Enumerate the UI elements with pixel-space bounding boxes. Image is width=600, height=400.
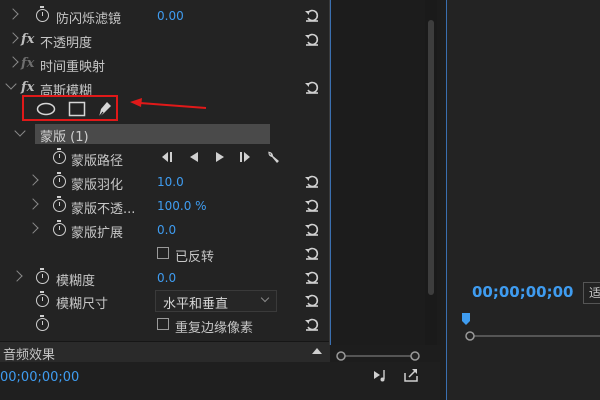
property-label: 模糊度 bbox=[56, 274, 96, 289]
property-value[interactable]: 0.00 bbox=[157, 9, 184, 23]
pen-mask-icon[interactable] bbox=[96, 99, 114, 119]
reset-icon[interactable] bbox=[304, 80, 320, 94]
expand-chevron-icon[interactable] bbox=[7, 56, 19, 68]
effect-label: 不透明度 bbox=[40, 36, 93, 51]
property-value[interactable]: 0.0 bbox=[157, 271, 176, 285]
current-timecode[interactable]: 00;00;00;00 bbox=[0, 370, 79, 385]
row-blurriness: 模糊度 0.0 bbox=[0, 266, 330, 290]
play-audio-icon[interactable] bbox=[373, 369, 389, 383]
export-icon[interactable] bbox=[403, 368, 419, 382]
reset-icon[interactable] bbox=[304, 317, 320, 331]
fx-icon[interactable]: fx bbox=[21, 80, 34, 95]
dropdown-value: 水平和垂直 bbox=[163, 297, 229, 312]
stopwatch-icon[interactable] bbox=[53, 196, 66, 212]
stopwatch-icon[interactable] bbox=[36, 291, 49, 307]
property-value[interactable]: 10.0 bbox=[157, 175, 184, 189]
stopwatch-icon[interactable] bbox=[53, 172, 66, 188]
track-selected-backward-icon[interactable] bbox=[160, 151, 174, 163]
reset-icon[interactable] bbox=[304, 222, 320, 236]
stopwatch-icon[interactable] bbox=[36, 6, 49, 22]
program-timecode[interactable]: 00;00;00;00 bbox=[472, 283, 574, 301]
row-repeat-edge: 重复边缘像素 bbox=[0, 313, 330, 337]
ellipse-mask-icon[interactable] bbox=[36, 102, 56, 116]
reset-icon[interactable] bbox=[304, 246, 320, 260]
property-label: 蒙版羽化 bbox=[71, 178, 124, 193]
row-mask-feather: 蒙版羽化 10.0 bbox=[0, 170, 330, 194]
row-mask-path: 蒙版路径 bbox=[0, 146, 330, 170]
mask-label: 蒙版 (1) bbox=[40, 130, 89, 145]
effect-label: 时间重映射 bbox=[40, 60, 106, 75]
reset-icon[interactable] bbox=[304, 174, 320, 188]
collapse-up-icon[interactable] bbox=[312, 348, 322, 354]
row-opacity: fx 不透明度 bbox=[0, 28, 330, 52]
row-time-remap: fx 时间重映射 bbox=[0, 52, 330, 76]
inverted-checkbox[interactable] bbox=[157, 247, 169, 259]
expand-chevron-icon[interactable] bbox=[27, 198, 39, 210]
mask-header[interactable]: 蒙版 (1) bbox=[35, 124, 270, 145]
stopwatch-icon[interactable] bbox=[53, 220, 66, 236]
rectangle-mask-icon[interactable] bbox=[68, 101, 86, 117]
wrench-icon[interactable] bbox=[266, 149, 280, 165]
step-forward-icon[interactable] bbox=[214, 151, 226, 163]
audio-effects-header[interactable]: 音频效果 bbox=[0, 341, 330, 363]
effect-controls-panel: 防闪烁滤镜 0.00 fx 不透明度 fx 时间重映射 fx 高斯模糊 蒙版 (… bbox=[0, 0, 330, 400]
monitor-scrubber[interactable] bbox=[465, 331, 600, 341]
audio-effects-label: 音频效果 bbox=[3, 348, 56, 363]
expand-chevron-icon[interactable] bbox=[27, 174, 39, 186]
blur-dimensions-dropdown[interactable]: 水平和垂直 bbox=[155, 290, 277, 312]
chevron-down-icon bbox=[260, 293, 270, 303]
annotation-arrow-icon bbox=[130, 98, 207, 109]
row-mask-expansion: 蒙版扩展 0.0 bbox=[0, 218, 330, 242]
property-label: 模糊尺寸 bbox=[56, 297, 109, 312]
property-label: 蒙版路径 bbox=[71, 154, 124, 169]
collapse-chevron-icon[interactable] bbox=[5, 78, 17, 90]
property-value[interactable]: 100.0 % bbox=[157, 199, 207, 213]
row-inverted: 已反转 bbox=[0, 242, 330, 266]
reset-icon[interactable] bbox=[304, 8, 320, 22]
fit-dropdown[interactable]: 适 bbox=[583, 282, 600, 304]
expand-chevron-icon[interactable] bbox=[27, 222, 39, 234]
playhead-icon[interactable] bbox=[462, 313, 470, 325]
step-backward-icon[interactable] bbox=[188, 151, 200, 163]
property-label: 蒙版扩展 bbox=[71, 226, 124, 241]
expand-chevron-icon[interactable] bbox=[11, 270, 23, 282]
fx-icon: fx bbox=[21, 56, 35, 71]
fx-icon[interactable]: fx bbox=[21, 32, 34, 47]
checkbox-label: 已反转 bbox=[175, 250, 215, 265]
scrollbar-thumb[interactable] bbox=[428, 20, 434, 295]
checkbox-label: 重复边缘像素 bbox=[175, 321, 254, 336]
stopwatch-icon[interactable] bbox=[53, 148, 66, 164]
stopwatch-icon[interactable] bbox=[36, 268, 49, 284]
property-label: 蒙版不透... bbox=[71, 202, 136, 217]
row-mask-opacity: 蒙版不透... 100.0 % bbox=[0, 194, 330, 218]
reset-icon[interactable] bbox=[304, 270, 320, 284]
row-anti-flicker: 防闪烁滤镜 0.00 bbox=[0, 4, 330, 28]
stopwatch-icon[interactable] bbox=[36, 315, 49, 331]
collapse-chevron-icon[interactable] bbox=[14, 125, 26, 137]
track-selected-forward-icon[interactable] bbox=[238, 151, 252, 163]
reset-icon[interactable] bbox=[304, 198, 320, 212]
expand-chevron-icon[interactable] bbox=[7, 8, 19, 20]
zoom-scrollbar[interactable] bbox=[336, 351, 420, 361]
mask-shape-toolbar bbox=[22, 95, 118, 121]
reset-icon[interactable] bbox=[304, 293, 320, 307]
property-value[interactable]: 0.0 bbox=[157, 223, 176, 237]
repeat-edge-checkbox[interactable] bbox=[157, 318, 169, 330]
reset-icon[interactable] bbox=[304, 32, 320, 46]
property-label: 防闪烁滤镜 bbox=[56, 12, 122, 27]
expand-chevron-icon[interactable] bbox=[7, 32, 19, 44]
fit-label: 适 bbox=[589, 286, 600, 300]
